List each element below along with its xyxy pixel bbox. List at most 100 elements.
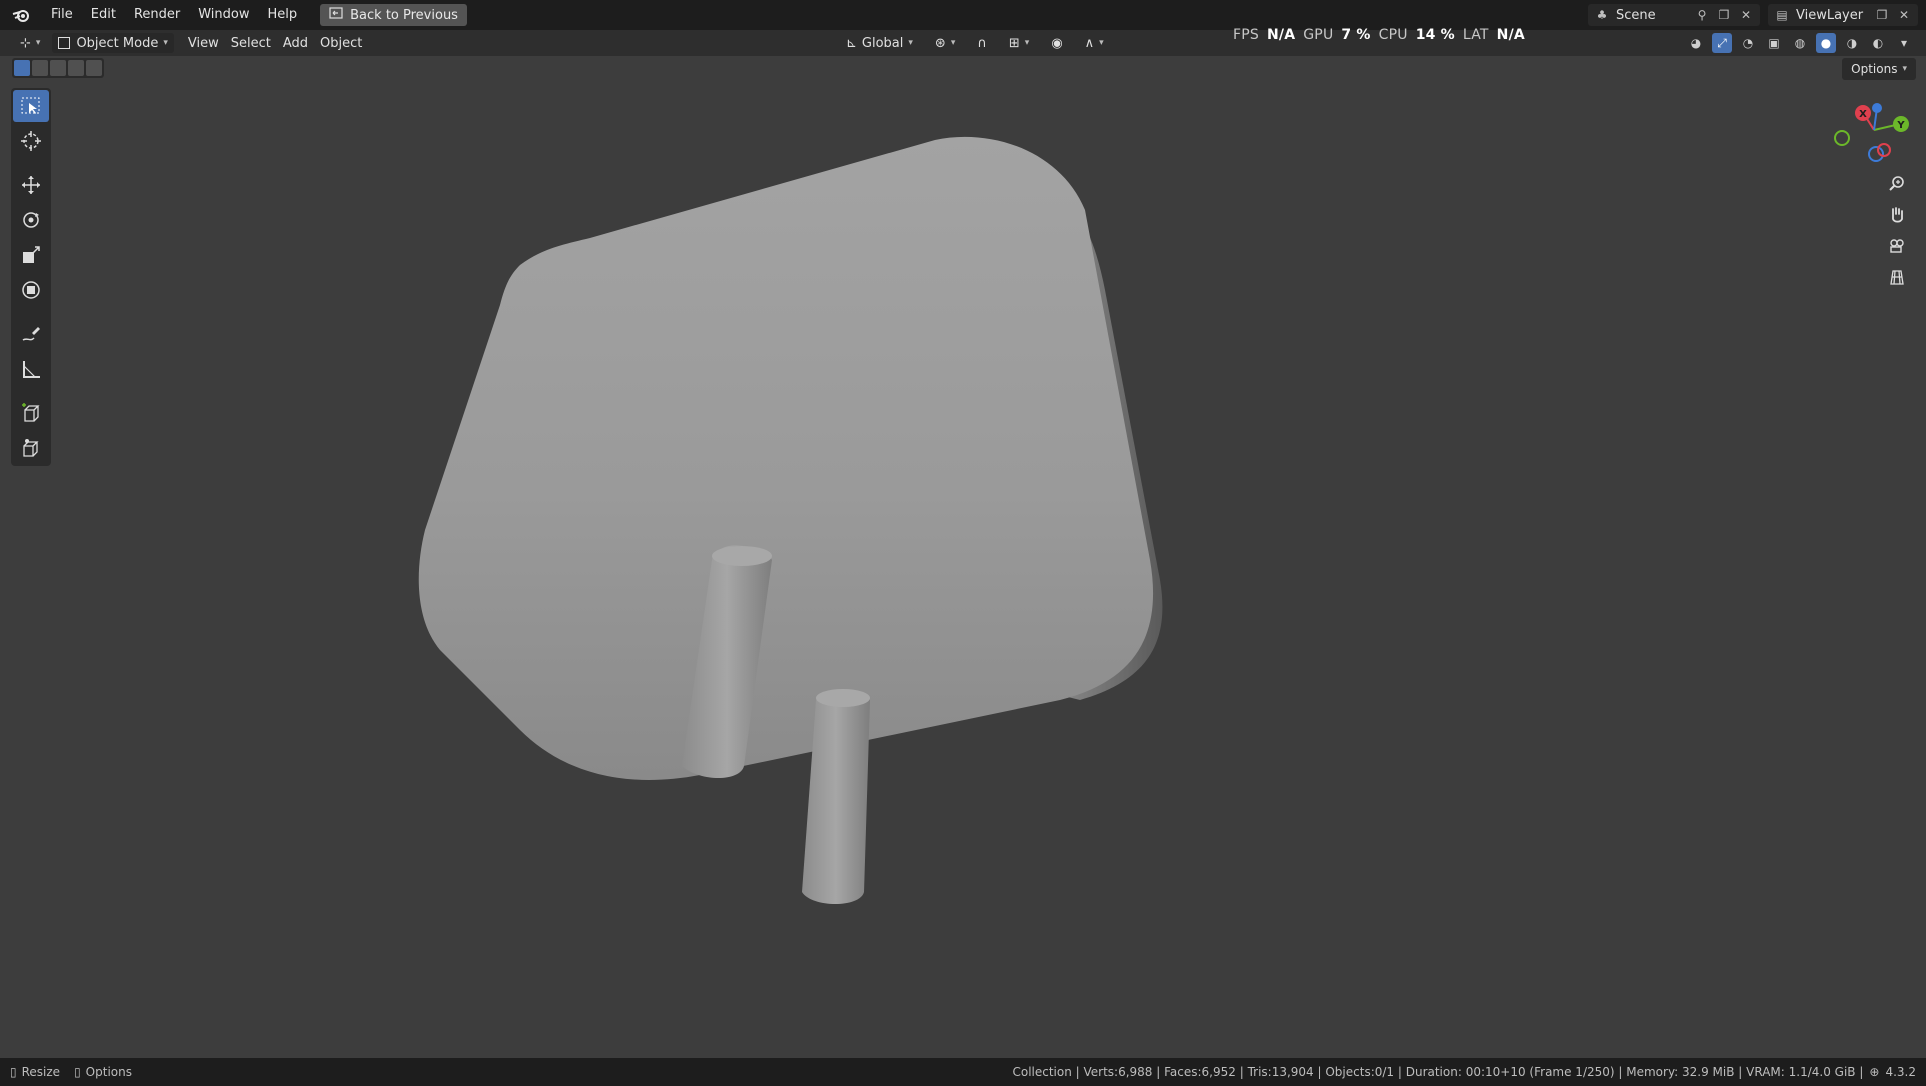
new-view-layer-icon[interactable]: ❐ <box>1874 7 1890 23</box>
svg-text:Y: Y <box>1896 120 1905 131</box>
overlay-toggle[interactable]: ◔ <box>1738 33 1758 53</box>
new-scene-icon[interactable]: ❐ <box>1716 7 1732 23</box>
select-subtract-icon[interactable] <box>50 60 66 76</box>
magnifier-icon <box>1889 176 1904 191</box>
magnet-icon: ∩ <box>977 35 987 51</box>
menu-select[interactable]: Select <box>225 33 277 53</box>
scene-selector[interactable]: ♣ Scene ⚲ ❐ ✕ <box>1588 4 1760 26</box>
select-invert-icon[interactable] <box>68 60 84 76</box>
cursor-tool[interactable] <box>13 125 49 157</box>
menu-render[interactable]: Render <box>125 0 189 30</box>
falloff-curve-icon: ∧ <box>1084 35 1095 51</box>
gizmo-toggle[interactable]: ⤢ <box>1712 33 1732 53</box>
extrude-tool[interactable] <box>13 432 49 464</box>
performance-readout: FPS N/A GPU 7 % CPU 14 % LAT N/A <box>1233 27 1525 43</box>
add-cube-tool[interactable] <box>13 397 49 429</box>
select-box-icon <box>21 97 40 114</box>
tool-shelf <box>11 88 51 466</box>
pin-icon[interactable]: ⚲ <box>1694 7 1710 23</box>
selection-mode-group <box>12 58 104 78</box>
select-new-icon[interactable] <box>14 60 30 76</box>
menu-edit[interactable]: Edit <box>82 0 125 30</box>
menu-object[interactable]: Object <box>314 33 368 53</box>
delete-scene-icon[interactable]: ✕ <box>1738 7 1754 23</box>
gizmo-x-axis[interactable]: X <box>1855 105 1871 121</box>
camera-view-toggle[interactable] <box>1884 234 1910 258</box>
move-tool[interactable] <box>13 169 49 201</box>
status-options-label: Options <box>85 1065 132 1079</box>
rendered-shading[interactable]: ◐ <box>1868 33 1888 53</box>
select-extend-icon[interactable] <box>32 60 48 76</box>
pan-tool[interactable] <box>1884 203 1910 227</box>
cpu-value: 14 % <box>1415 27 1455 43</box>
wireframe-shading[interactable]: ◍ <box>1790 33 1810 53</box>
hand-icon <box>1892 207 1903 223</box>
fps-label: FPS <box>1233 27 1259 43</box>
solid-shading[interactable]: ● <box>1816 33 1836 53</box>
gizmo-y-axis[interactable]: Y <box>1893 116 1909 132</box>
select-box-tool[interactable] <box>13 90 49 122</box>
pivot-icon: ⊛ <box>934 35 946 51</box>
menu-help[interactable]: Help <box>259 0 307 30</box>
zoom-tool[interactable] <box>1884 172 1910 196</box>
scene-name[interactable]: Scene <box>1616 8 1688 23</box>
viewport-canvas[interactable] <box>0 56 1926 1058</box>
snap-increment-icon: ⊞ <box>1008 35 1020 51</box>
pivot-point-button[interactable]: ⊛ ▾ <box>929 33 961 53</box>
top-menu-bar: File Edit Render Window Help Back to Pre… <box>0 0 1926 30</box>
menu-file[interactable]: File <box>42 0 82 30</box>
annotate-tool[interactable] <box>13 318 49 350</box>
scale-tool[interactable] <box>13 239 49 271</box>
status-options-hint: ▯ Options <box>74 1065 132 1079</box>
adapter-body <box>418 136 1154 780</box>
mode-selector[interactable]: Object Mode ▾ <box>52 33 174 53</box>
screen-icon <box>329 7 343 23</box>
material-shading[interactable]: ◑ <box>1842 33 1862 53</box>
material-sphere-icon: ◑ <box>1846 36 1858 50</box>
delete-view-layer-icon[interactable]: ✕ <box>1896 7 1912 23</box>
gizmo-neg-x-axis[interactable] <box>1877 143 1891 157</box>
gpu-value: 7 % <box>1341 27 1371 43</box>
transform-orientation-selector[interactable]: ⊾ Global ▾ <box>840 33 919 53</box>
scale-icon <box>23 246 40 263</box>
adapter-plug-object[interactable] <box>418 136 1163 904</box>
rotate-icon <box>23 212 39 228</box>
snap-target-button[interactable]: ⊞ ▾ <box>1003 33 1035 53</box>
wireframe-sphere-icon: ◍ <box>1794 36 1806 50</box>
falloff-button[interactable]: ∧ ▾ <box>1079 33 1110 53</box>
transform-tool[interactable] <box>13 274 49 306</box>
cursor-crosshair-icon <box>21 131 41 151</box>
measure-tool[interactable] <box>13 353 49 385</box>
rotate-tool[interactable] <box>13 204 49 236</box>
menu-window[interactable]: Window <box>189 0 258 30</box>
select-intersect-icon[interactable] <box>86 60 102 76</box>
proportional-edit-toggle[interactable]: ◉ <box>1045 33 1068 53</box>
gizmo-z-axis[interactable] <box>1872 103 1882 113</box>
move-arrows-icon <box>22 176 40 194</box>
menu-view[interactable]: View <box>182 33 225 53</box>
view-layer-icon: ▤ <box>1776 8 1788 22</box>
lat-label: LAT <box>1462 27 1489 43</box>
view-layer-name[interactable]: ViewLayer <box>1796 8 1868 23</box>
back-to-previous-button[interactable]: Back to Previous <box>320 4 467 26</box>
snap-toggle[interactable]: ∩ <box>971 33 993 53</box>
menu-add[interactable]: Add <box>277 33 314 53</box>
ruler-icon <box>23 361 40 378</box>
xray-toggle[interactable]: ▣ <box>1764 33 1784 53</box>
shading-options[interactable]: ▾ <box>1894 33 1914 53</box>
grid-icon <box>1890 270 1904 285</box>
blender-version: 4.3.2 <box>1885 1065 1916 1079</box>
svg-text:X: X <box>1859 109 1867 120</box>
view-layer-selector[interactable]: ▤ ViewLayer ❐ ✕ <box>1768 4 1918 26</box>
visibility-selector[interactable]: ◕ <box>1686 33 1706 53</box>
gizmo-neg-y-axis[interactable] <box>1834 130 1850 146</box>
options-dropdown[interactable]: Options ▾ <box>1842 58 1916 80</box>
blender-logo-icon[interactable] <box>10 4 32 26</box>
network-icon: ⊕ <box>1869 1065 1880 1079</box>
gpu-label: GPU <box>1303 27 1334 43</box>
ortho-toggle[interactable] <box>1884 265 1910 289</box>
editor-type-button[interactable]: ⊹ ▾ <box>14 33 46 53</box>
navigation-gizmo[interactable]: X Y <box>1826 96 1916 176</box>
options-label: Options <box>1851 62 1898 76</box>
viewport-navigation <box>1884 172 1910 289</box>
